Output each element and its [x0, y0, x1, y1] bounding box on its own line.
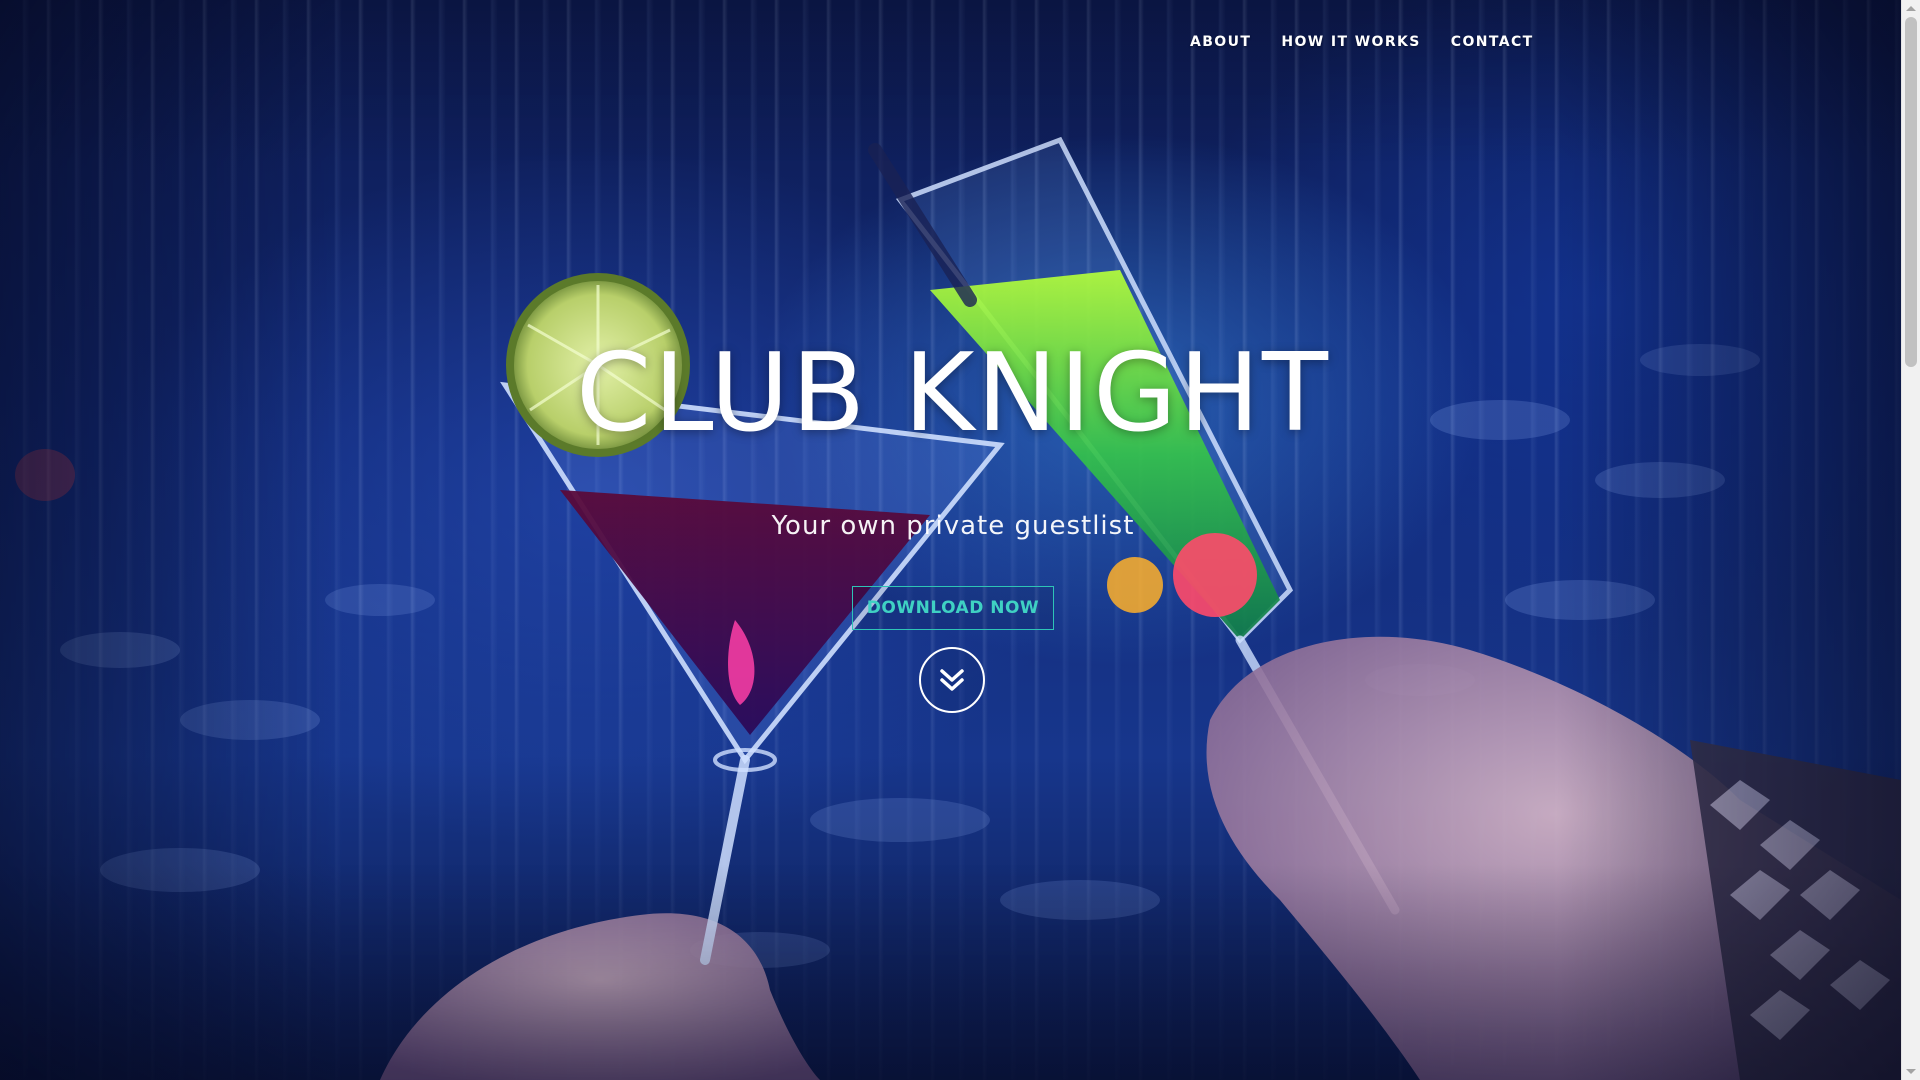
nav-item-about[interactable]: ABOUT: [1190, 34, 1251, 50]
scroll-up-arrow-icon[interactable]: [1906, 6, 1916, 11]
hero-subtitle: Your own private guestlist: [771, 511, 1135, 541]
scroll-down-button[interactable]: [919, 647, 985, 713]
scrollbar-thumb[interactable]: [1905, 17, 1917, 367]
page: ABOUT HOW IT WORKS CONTACT CLUB KNIGHT Y…: [0, 0, 1920, 1080]
hero-title: CLUB KNIGHT: [575, 331, 1330, 456]
download-now-button-label: DOWNLOAD NOW: [866, 598, 1040, 618]
nav-item-contact[interactable]: CONTACT: [1451, 34, 1534, 50]
double-chevron-down-icon: [940, 669, 964, 691]
page-scrollbar[interactable]: [1901, 0, 1920, 1080]
main-nav: ABOUT HOW IT WORKS CONTACT: [1190, 34, 1534, 50]
nav-item-how-it-works[interactable]: HOW IT WORKS: [1281, 34, 1420, 50]
scroll-down-arrow-icon[interactable]: [1906, 1069, 1916, 1074]
download-now-button[interactable]: DOWNLOAD NOW: [852, 586, 1054, 630]
